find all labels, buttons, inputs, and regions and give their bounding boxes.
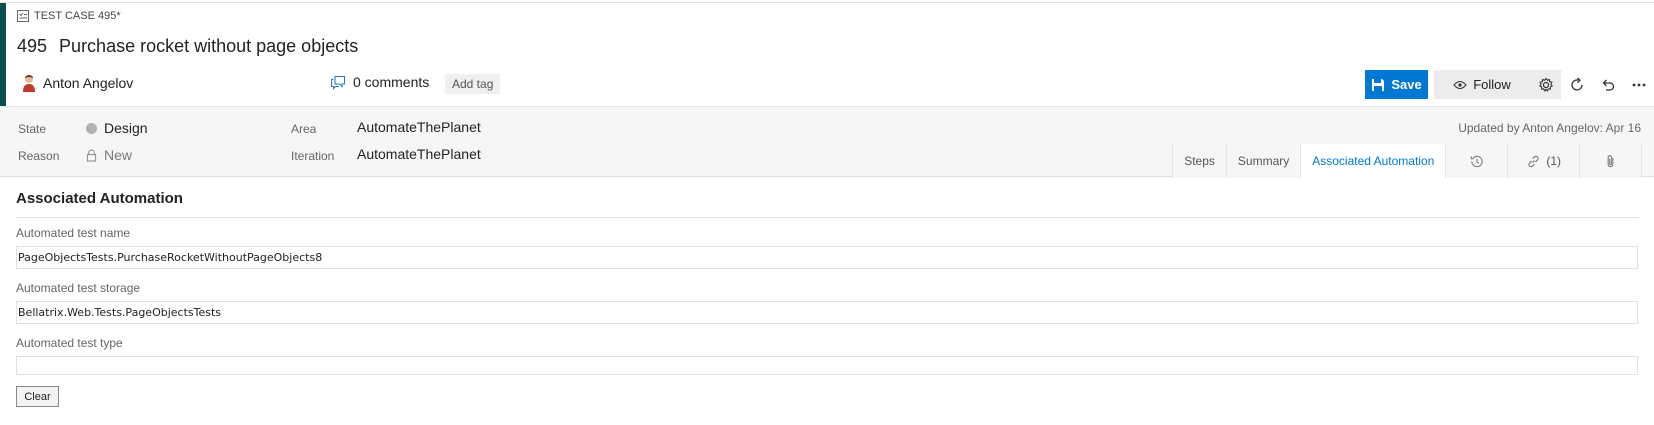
save-button[interactable]: Save [1365,70,1428,99]
work-item-title-row[interactable]: 495 Purchase rocket without page objects [17,36,358,57]
section-title: Associated Automation [16,190,183,207]
tab-history[interactable] [1445,144,1508,178]
undo-icon [1602,79,1614,91]
updated-by-text: Updated by Anton Angelov: Apr 16 [1458,121,1641,135]
area-label: Area [291,122,317,136]
work-item-toolbar: Save Follow [1365,70,1654,99]
save-button-label: Save [1391,77,1422,92]
follow-button[interactable]: Follow [1434,70,1530,99]
state-value: Design [104,120,148,136]
section-divider [16,217,1639,218]
gear-icon [1538,77,1553,92]
author-name: Anton Angelov [43,75,134,91]
automated-test-storage-field[interactable]: Bellatrix.Web.Tests.PageObjectsTests [16,301,1638,324]
history-icon [1471,155,1483,167]
automated-test-storage-label: Automated test storage [16,281,141,295]
more-actions-button[interactable] [1623,70,1654,99]
automated-test-name-field[interactable]: PageObjectsTests.PurchaseRocketWithoutPa… [16,246,1638,269]
lock-icon [86,149,97,162]
refresh-button[interactable] [1561,70,1592,99]
eye-icon [1453,80,1467,89]
follow-button-label: Follow [1473,77,1511,92]
area-value[interactable]: AutomateThePlanet [357,119,481,135]
settings-button[interactable] [1530,70,1561,99]
tab-summary[interactable]: Summary [1225,144,1301,178]
attachment-icon [1607,154,1614,167]
work-item-tabs: Steps Summary Associated Automation (1) [1172,144,1642,178]
iteration-value[interactable]: AutomateThePlanet [357,146,481,162]
comments-link[interactable]: 0 comments [330,74,429,90]
work-item-fields: State Design Reason New Area AutomateThe… [0,106,1654,178]
state-field[interactable]: Design [86,120,148,136]
work-item-type: TEST CASE 495* [17,10,121,22]
work-item-color-bar [0,3,6,106]
automated-test-type-label: Automated test type [16,336,123,350]
iteration-label: Iteration [291,149,335,163]
tab-attachments[interactable] [1579,144,1642,178]
avatar [23,75,35,92]
test-case-icon [17,10,29,22]
tab-associated-automation[interactable]: Associated Automation [1300,144,1446,178]
tab-steps[interactable]: Steps [1172,144,1226,178]
comments-count: 0 comments [353,74,430,90]
link-icon [1528,155,1539,167]
links-count: (1) [1546,154,1561,168]
reason-label: Reason [18,149,60,163]
add-tag-button[interactable]: Add tag [445,74,501,94]
work-item-id: 495 [17,36,48,56]
comment-icon [330,75,346,90]
work-item-type-label: TEST CASE 495* [34,10,121,22]
state-label: State [18,122,47,136]
more-icon [1632,83,1645,86]
clear-button[interactable]: Clear [16,386,59,407]
automated-test-name-label: Automated test name [16,226,131,240]
automated-test-type-field[interactable] [16,356,1638,375]
reason-value: New [104,147,133,163]
work-item-title[interactable]: Purchase rocket without page objects [59,36,358,57]
reason-field: New [86,147,132,163]
refresh-icon [1570,77,1583,91]
save-icon [1372,78,1385,91]
assigned-to[interactable]: Anton Angelov [22,74,133,92]
state-indicator [86,122,97,134]
undo-button[interactable] [1592,70,1623,99]
tab-links[interactable]: (1) [1507,144,1579,178]
